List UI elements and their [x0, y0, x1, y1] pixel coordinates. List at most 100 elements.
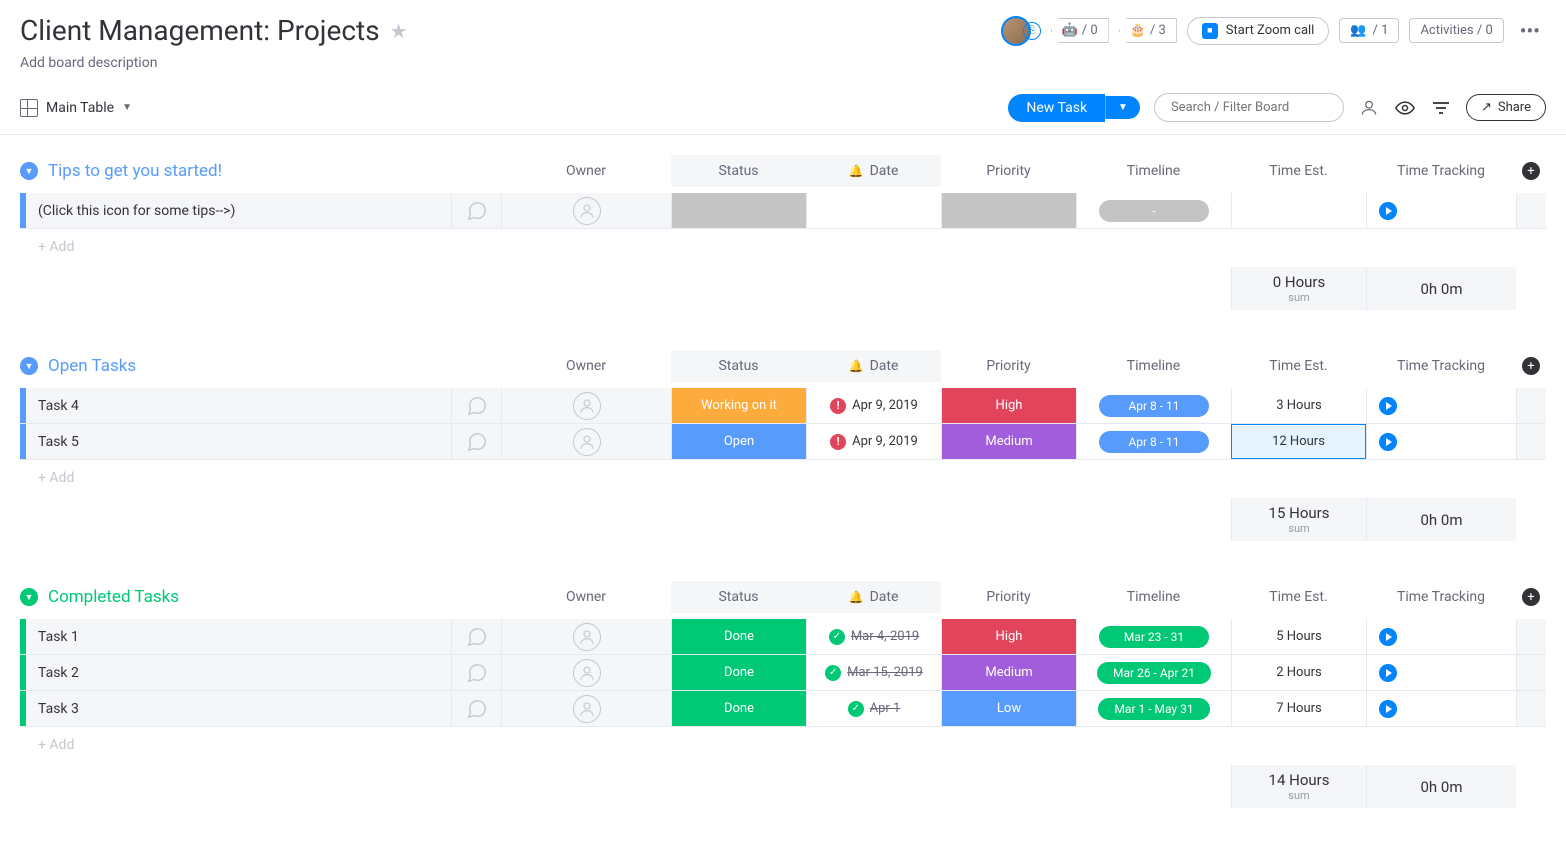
- filter-icon[interactable]: [1430, 97, 1452, 119]
- priority-cell[interactable]: Medium: [941, 424, 1076, 459]
- col-date[interactable]: 🔔Date: [806, 350, 941, 382]
- group-title[interactable]: Tips to get you started!: [48, 161, 222, 181]
- status-cell[interactable]: Open: [671, 424, 806, 459]
- timetrack-cell[interactable]: [1366, 691, 1516, 726]
- add-column[interactable]: +: [1516, 357, 1546, 375]
- group-title[interactable]: Completed Tasks: [48, 587, 179, 607]
- col-priority[interactable]: Priority: [941, 589, 1076, 605]
- task-name[interactable]: Task 4: [26, 388, 451, 423]
- col-owner[interactable]: Owner: [501, 163, 671, 179]
- people-button[interactable]: 👥 / 1: [1339, 18, 1399, 43]
- owner-cell[interactable]: [501, 388, 671, 423]
- eye-icon[interactable]: [1394, 97, 1416, 119]
- col-timetrack[interactable]: Time Tracking: [1366, 358, 1516, 374]
- col-timeest[interactable]: Time Est.: [1231, 358, 1366, 374]
- col-date[interactable]: 🔔Date: [806, 581, 941, 613]
- owner-cell[interactable]: [501, 424, 671, 459]
- priority-cell[interactable]: Medium: [941, 655, 1076, 690]
- timeline-cell[interactable]: Apr 8 - 11: [1076, 388, 1231, 423]
- col-timetrack[interactable]: Time Tracking: [1366, 163, 1516, 179]
- timetrack-cell[interactable]: [1366, 193, 1516, 228]
- timeest-cell[interactable]: 3 Hours: [1231, 388, 1366, 423]
- col-status[interactable]: Status: [671, 350, 806, 382]
- status-cell[interactable]: Done: [671, 619, 806, 654]
- status-cell[interactable]: Done: [671, 691, 806, 726]
- timetrack-cell[interactable]: [1366, 655, 1516, 690]
- avatar-badge-icon[interactable]: ⎘: [1023, 22, 1041, 40]
- board-description[interactable]: Add board description: [20, 55, 1546, 71]
- add-row[interactable]: + Add: [26, 737, 1546, 753]
- play-icon[interactable]: [1379, 433, 1397, 451]
- timeest-cell[interactable]: 12 Hours: [1231, 424, 1366, 459]
- chat-icon[interactable]: [451, 424, 501, 459]
- task-name[interactable]: Task 3: [26, 691, 451, 726]
- task-name[interactable]: Task 5: [26, 424, 451, 459]
- priority-cell[interactable]: Low: [941, 691, 1076, 726]
- board-title[interactable]: Client Management: Projects: [20, 14, 380, 47]
- col-status[interactable]: Status: [671, 155, 806, 187]
- group-title[interactable]: Open Tasks: [48, 356, 136, 376]
- priority-cell[interactable]: [941, 193, 1076, 228]
- timetrack-cell[interactable]: [1366, 388, 1516, 423]
- status-cell[interactable]: Done: [671, 655, 806, 690]
- play-icon[interactable]: [1379, 202, 1397, 220]
- view-selector[interactable]: Main Table ▼: [20, 99, 132, 117]
- timeline-cell[interactable]: -: [1076, 193, 1231, 228]
- timeline-cell[interactable]: Mar 1 - May 31: [1076, 691, 1231, 726]
- add-column[interactable]: +: [1516, 162, 1546, 180]
- chat-icon[interactable]: [451, 619, 501, 654]
- share-button[interactable]: ↗ Share: [1466, 94, 1546, 121]
- status-cell[interactable]: Working on it: [671, 388, 806, 423]
- col-priority[interactable]: Priority: [941, 163, 1076, 179]
- chat-icon[interactable]: [451, 691, 501, 726]
- priority-cell[interactable]: High: [941, 619, 1076, 654]
- search-input[interactable]: [1154, 93, 1344, 122]
- timeline-cell[interactable]: Apr 8 - 11: [1076, 424, 1231, 459]
- col-timeline[interactable]: Timeline: [1076, 589, 1231, 605]
- col-timetrack[interactable]: Time Tracking: [1366, 589, 1516, 605]
- play-icon[interactable]: [1379, 397, 1397, 415]
- more-menu-icon[interactable]: •••: [1514, 19, 1546, 43]
- add-row[interactable]: + Add: [26, 239, 1546, 255]
- owner-cell[interactable]: [501, 619, 671, 654]
- activities-button[interactable]: Activities / 0: [1409, 18, 1503, 43]
- timetrack-cell[interactable]: [1366, 619, 1516, 654]
- owner-cell[interactable]: [501, 691, 671, 726]
- task-name[interactable]: (Click this icon for some tips-->): [26, 193, 451, 228]
- new-task-dropdown[interactable]: ▼: [1105, 96, 1140, 119]
- task-name[interactable]: Task 1: [26, 619, 451, 654]
- timeest-cell[interactable]: 5 Hours: [1231, 619, 1366, 654]
- zoom-button[interactable]: ■ Start Zoom call: [1187, 17, 1330, 45]
- col-owner[interactable]: Owner: [501, 589, 671, 605]
- date-cell[interactable]: ✓Mar 4, 2019: [806, 619, 941, 654]
- new-task-button[interactable]: New Task: [1008, 94, 1105, 122]
- col-priority[interactable]: Priority: [941, 358, 1076, 374]
- date-cell[interactable]: !Apr 9, 2019: [806, 388, 941, 423]
- person-filter-icon[interactable]: [1358, 97, 1380, 119]
- play-icon[interactable]: [1379, 664, 1397, 682]
- task-name[interactable]: Task 2: [26, 655, 451, 690]
- play-icon[interactable]: [1379, 700, 1397, 718]
- integration-count[interactable]: 🎂 / 3: [1119, 18, 1177, 43]
- col-timeline[interactable]: Timeline: [1076, 163, 1231, 179]
- col-date[interactable]: 🔔Date: [806, 155, 941, 187]
- timetrack-cell[interactable]: [1366, 424, 1516, 459]
- collapse-icon[interactable]: ▼: [20, 162, 38, 180]
- collapse-icon[interactable]: ▼: [20, 357, 38, 375]
- timeline-cell[interactable]: Mar 23 - 31: [1076, 619, 1231, 654]
- col-status[interactable]: Status: [671, 581, 806, 613]
- priority-cell[interactable]: High: [941, 388, 1076, 423]
- status-cell[interactable]: [671, 193, 806, 228]
- star-icon[interactable]: ★: [390, 19, 408, 43]
- chat-icon[interactable]: [451, 388, 501, 423]
- date-cell[interactable]: ✓Apr 1: [806, 691, 941, 726]
- collapse-icon[interactable]: ▼: [20, 588, 38, 606]
- chat-icon[interactable]: [451, 193, 501, 228]
- date-cell[interactable]: [806, 193, 941, 228]
- automation-count[interactable]: 🤖 / 0: [1051, 18, 1109, 43]
- owner-cell[interactable]: [501, 655, 671, 690]
- chat-icon[interactable]: [451, 655, 501, 690]
- date-cell[interactable]: ✓Mar 15, 2019: [806, 655, 941, 690]
- owner-cell[interactable]: [501, 193, 671, 228]
- timeline-cell[interactable]: Mar 26 - Apr 21: [1076, 655, 1231, 690]
